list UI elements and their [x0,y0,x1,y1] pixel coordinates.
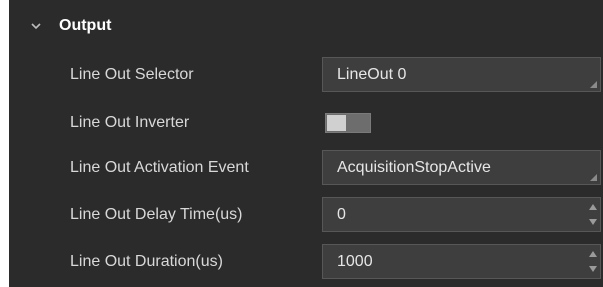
chevron-down-icon[interactable] [30,20,42,32]
spinbox-arrows [586,198,600,231]
line-out-activation-event-value: AcquisitionStopActive [337,159,491,176]
row-line-out-selector: Line Out Selector LineOut 0 [9,54,603,97]
properties-panel: Output Line Out Selector LineOut 0 Line … [9,0,603,287]
line-out-inverter-toggle[interactable] [325,113,371,133]
spin-down-icon[interactable] [589,266,597,272]
row-line-out-duration: Line Out Duration(us) 1000 [9,241,603,284]
line-out-duration-value: 1000 [337,253,373,270]
spin-up-icon[interactable] [589,251,597,257]
line-out-activation-event-label: Line Out Activation Event [70,159,249,176]
spinbox-arrows [586,245,600,278]
spin-up-icon[interactable] [589,204,597,210]
toggle-knob [327,115,346,131]
line-out-delay-time-value: 0 [337,206,346,223]
line-out-delay-time-spinbox[interactable]: 0 [322,197,601,232]
line-out-duration-label: Line Out Duration(us) [70,253,223,270]
line-out-duration-spinbox[interactable]: 1000 [322,244,601,279]
line-out-inverter-label: Line Out Inverter [70,114,190,131]
line-out-selector-dropdown[interactable]: LineOut 0 [322,57,601,92]
line-out-selector-label: Line Out Selector [70,66,194,83]
line-out-activation-event-dropdown[interactable]: AcquisitionStopActive [322,150,601,185]
dropdown-grip-icon [590,174,597,181]
spin-down-icon[interactable] [589,219,597,225]
output-section-header[interactable]: Output [9,0,603,55]
row-line-out-activation-event: Line Out Activation Event AcquisitionSto… [9,147,603,190]
line-out-selector-value: LineOut 0 [337,66,407,83]
dropdown-grip-icon [590,81,597,88]
row-line-out-inverter: Line Out Inverter [9,102,603,145]
line-out-delay-time-label: Line Out Delay Time(us) [70,206,243,223]
section-title: Output [59,17,112,34]
row-line-out-delay-time: Line Out Delay Time(us) 0 [9,194,603,237]
